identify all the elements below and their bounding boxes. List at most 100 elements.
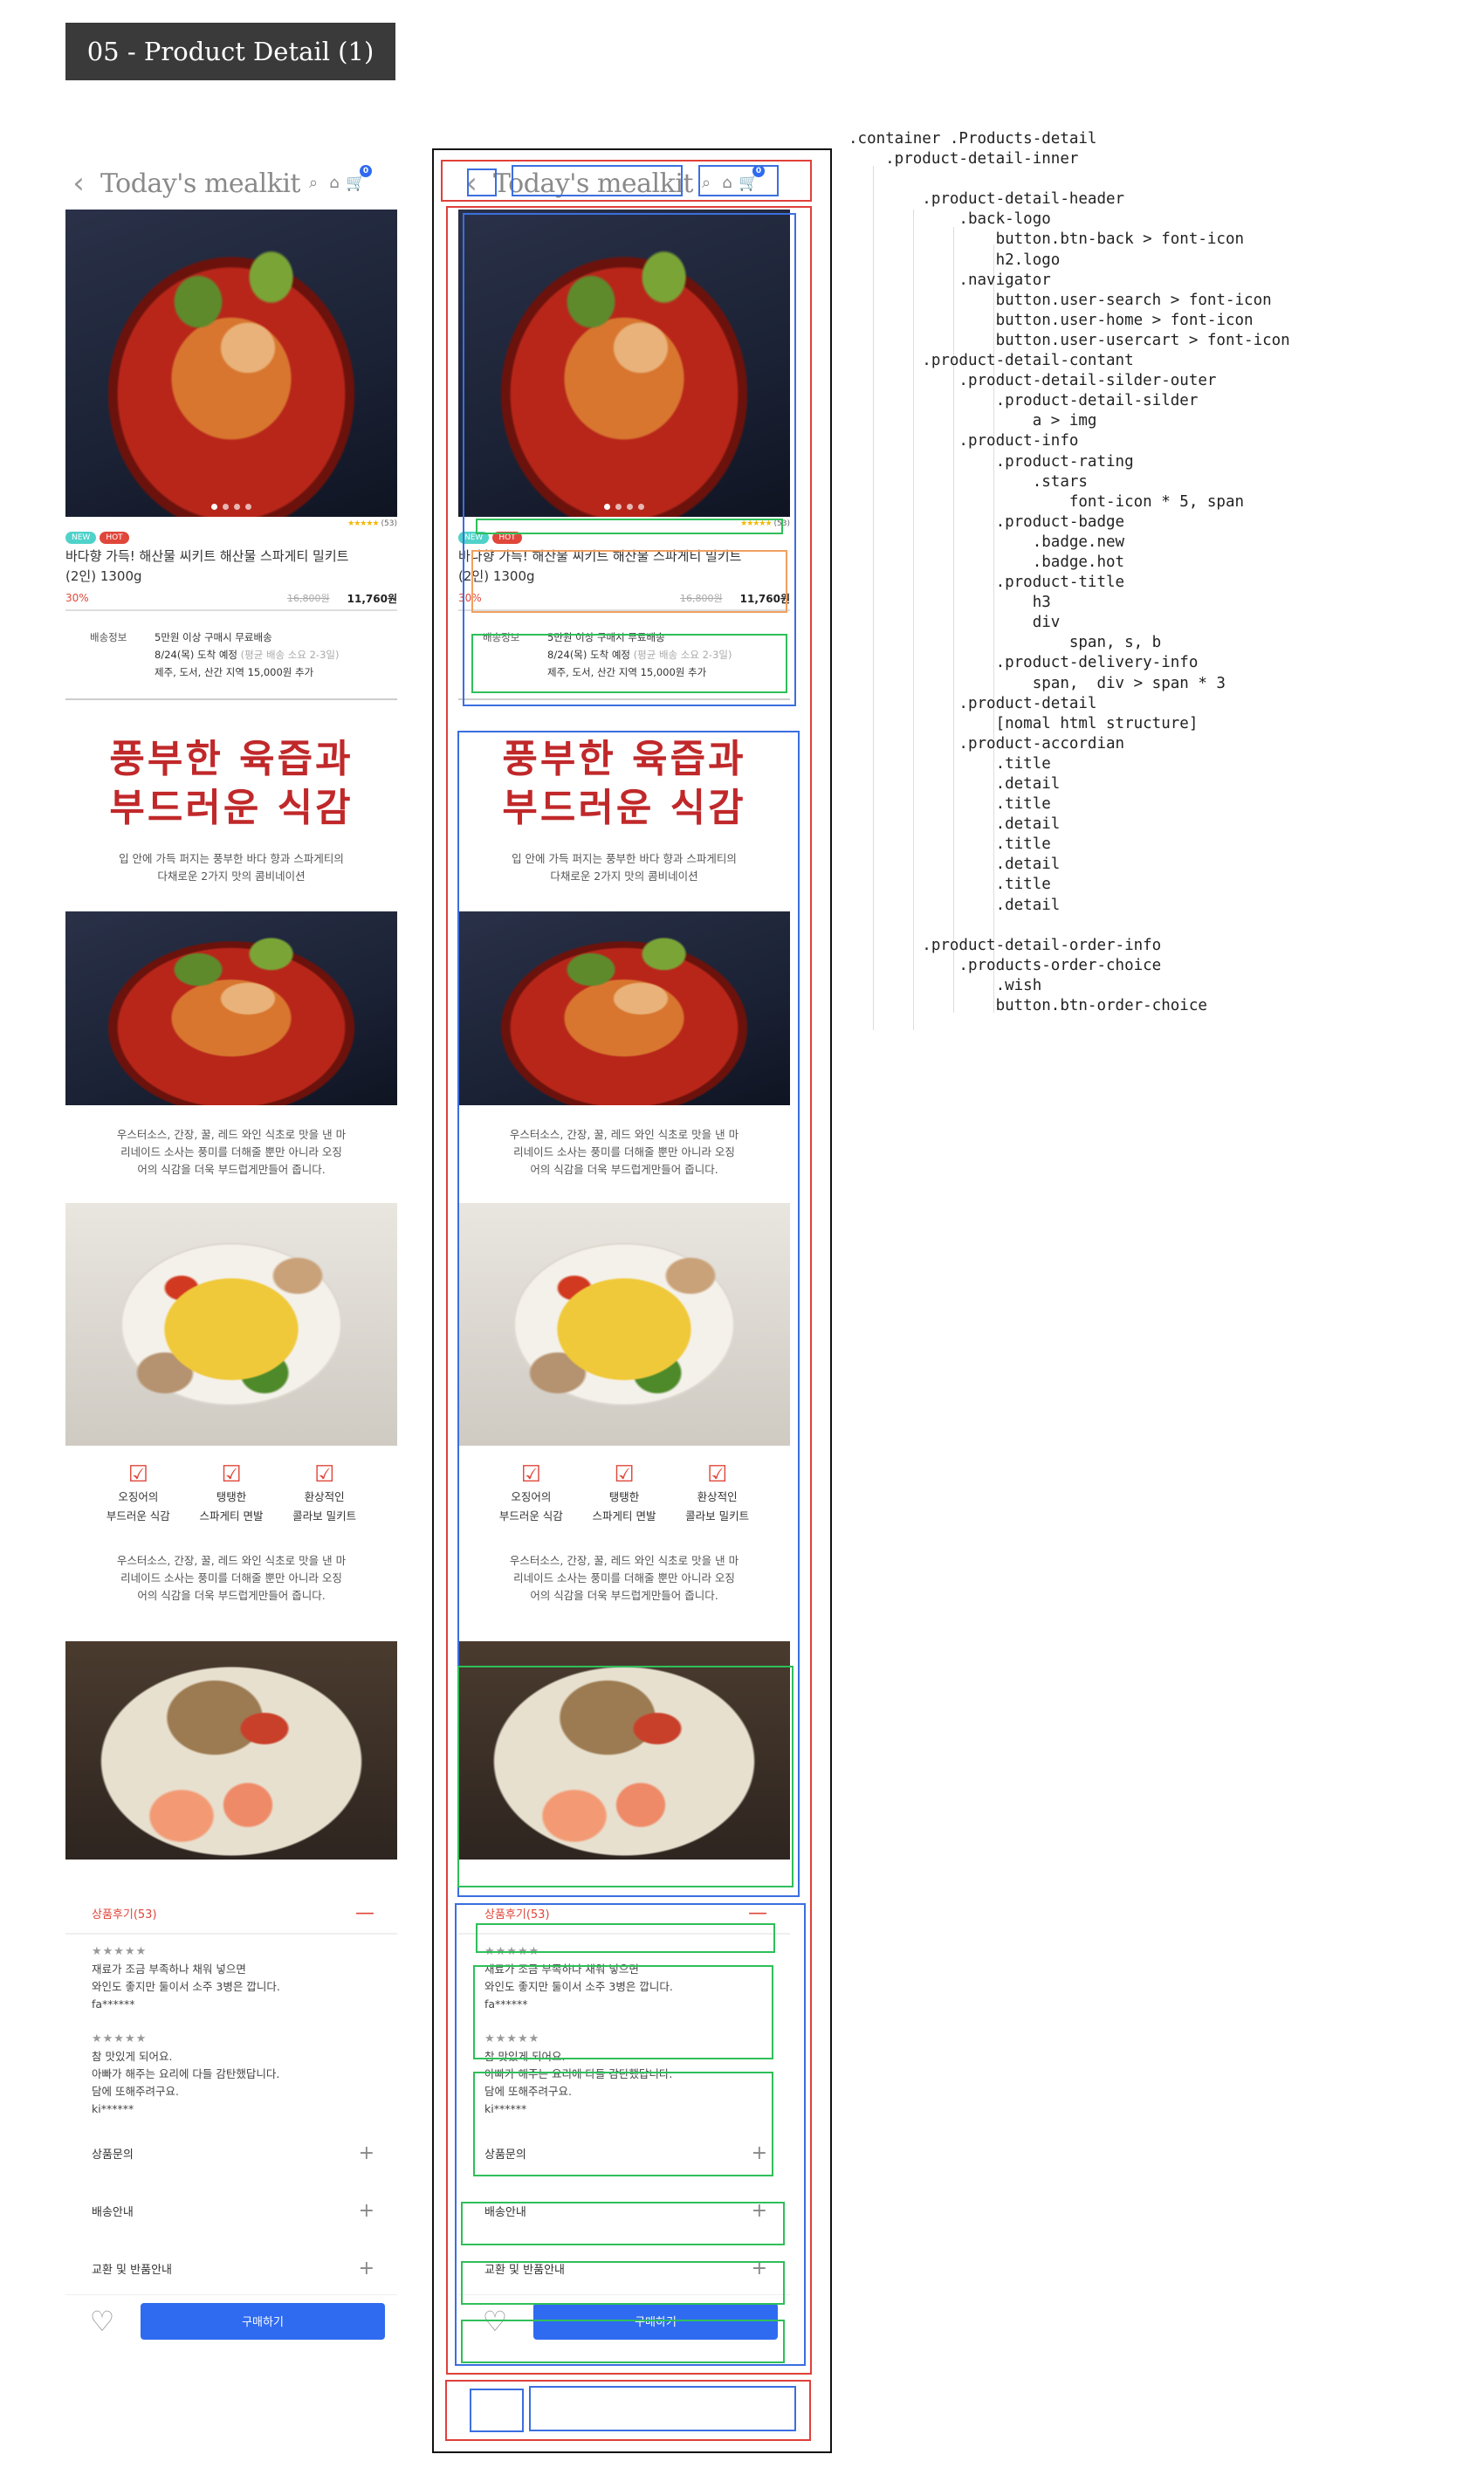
back-icon[interactable]: ‹ [65,168,92,198]
logo[interactable]: Today's mealkit [493,168,693,199]
review-text: 재료가 조금 부족하나 채워 넣으면 [92,1963,246,1976]
minus-icon[interactable]: — [748,1902,767,1924]
feature-line1: 환상적인 [697,1490,738,1503]
product-title-line2: (2인) 1300g [458,568,535,584]
buy-button[interactable]: 구매하기 [141,2302,385,2340]
delivery-line3: 제주, 도서, 산간 지역 15,000원 추가 [155,666,314,678]
plus-icon[interactable]: + [752,2200,767,2222]
home-icon[interactable]: ⌂ [325,174,344,193]
code-line: .product-detail-header [848,190,1125,209]
detail-image-1 [458,911,790,1105]
code-line: div [848,614,1061,632]
plus-icon[interactable]: + [359,2142,374,2164]
review-text: 참 맛있게 되어요. [484,2050,566,2063]
code-line: .product-detail-contant [848,352,1134,370]
accordion-title-shipping[interactable]: 배송안내 + [458,2190,790,2231]
detail-hero-heading: 풍부한 육즙과 부드러운 식감 [458,735,790,833]
code-line: span, s, b [848,634,1162,652]
slider-dots[interactable] [458,504,790,510]
subtitle-line1: 입 안에 가득 퍼지는 풍부한 바다 향과 스파게티의 [119,852,344,865]
review-stars: ★★★★★ [92,2032,148,2045]
accordion-title-reviews[interactable]: 상품후기(53) — [458,1893,790,1935]
structure-code-block: .container .Products-detail .product-det… [848,129,1290,1016]
delivery-line2: 8/24(목) 도착 예정 (평균 배송 소요 2-3일) [547,646,732,663]
feature-item: ☑ 탱탱한스파게티 면발 [581,1461,668,1526]
accordion-title-inquiry[interactable]: 상품문의 + [458,2132,790,2174]
stars: ★★★★★ [740,519,772,528]
logo[interactable]: Today's mealkit [100,168,300,199]
feature-line2: 부드러운 식감 [106,1509,170,1523]
delivery-line1: 5만원 이상 구매시 무료배송 [547,631,665,643]
review-stars: ★★★★★ [484,1945,540,1958]
review-author: fa****** [92,1997,135,2011]
product-slider-image[interactable] [458,210,790,517]
product-title-line2: (2인) 1300g [65,568,142,584]
rating-count: (53) [773,519,790,528]
check-icon: ☑ [614,1461,635,1488]
heart-icon[interactable]: ♡ [83,2305,121,2338]
code-line: .back-logo [848,210,1051,229]
stars: ★★★★★ [347,519,379,528]
feature-line2: 스파게티 면발 [592,1509,656,1523]
back-icon[interactable]: ‹ [458,168,484,198]
code-line: .stars [848,472,1088,491]
cart-icon[interactable]: 🛒 0 [739,165,765,193]
discount-rate: 30% [65,592,89,604]
review-text: 아빠가 해주는 요리에 다들 감탄했답니다. [484,2067,673,2080]
para-line3: 어의 식감을 더욱 부드럽게만들어 줍니다. [530,1163,718,1176]
product-price: 30% 16,800원 11,760원 [458,587,790,611]
feature-item: ☑ 오징어의 부드러운 식감 [487,1461,574,1526]
delivery-line1: 5만원 이상 구매시 무료배송 [155,631,272,643]
product-title-line1: 바다향 가득! 해산물 씨키트 해산물 스파게티 밀키트 [458,548,742,564]
search-icon[interactable]: ⌕ [304,174,323,193]
product-accordian: 상품후기(53) — ★★★★★ 재료가 조금 부족하나 채워 넣으면 와인도 … [458,1893,790,2289]
sale-price: 11,760원 [739,592,790,605]
product-price: 30% 16,800원 11,760원 [65,587,397,611]
slider-dots[interactable] [65,504,397,510]
cart-icon[interactable]: 🛒 0 [346,165,372,193]
accordion-title-reviews[interactable]: 상품후기(53) — [65,1893,397,1935]
code-line: .detail [848,896,1061,914]
feature-line1: 오징어의 [511,1490,552,1503]
detail-paragraph-1: 우스터소스, 간장, 꿀, 레드 와인 식초로 맛을 낸 마 리네이드 소사는 … [458,1126,790,1179]
feature-item: ☑ 환상적인 콜라보 밀키트 [674,1461,761,1526]
accordion-title-inquiry[interactable]: 상품문의 + [65,2132,397,2174]
subtitle-line1: 입 안에 가득 퍼지는 풍부한 바다 향과 스파게티의 [512,852,737,865]
review-item: ★★★★★ 재료가 조금 부족하나 채워 넣으면 와인도 좋지만 둘이서 소주 … [458,1935,790,2022]
product-delivery-info: 배송정보 5만원 이상 구매시 무료배송 8/24(목) 도착 예정 (평균 배… [458,611,790,700]
accordion-title-label: 상품후기(53) [92,1908,157,1921]
plus-icon[interactable]: + [752,2258,767,2279]
heart-icon[interactable]: ♡ [476,2305,514,2338]
accordion-title-shipping[interactable]: 배송안내 + [65,2190,397,2231]
search-icon[interactable]: ⌕ [697,174,716,193]
plus-icon[interactable]: + [359,2258,374,2279]
original-price: 16,800원 [680,593,723,604]
feature-line1: 탱탱한 [608,1490,640,1503]
accordion-title-label: 배송안내 [92,2205,134,2219]
accordion-title-returns[interactable]: 교환 및 반품안내 + [458,2247,790,2289]
product-slider-image[interactable] [65,210,397,517]
accordion-title-returns[interactable]: 교환 및 반품안내 + [65,2247,397,2289]
product-badge: NEW HOT [65,531,397,545]
feature-list: ☑ 오징어의 부드러운 식감 ☑ 탱탱한 스파게티 면발 ☑ 환상적인 콜라보 밀키트 [65,1461,397,1526]
code-line: button.user-usercart > font-icon [848,331,1290,349]
detail-image-1 [65,911,397,1105]
plus-icon[interactable]: + [359,2200,374,2222]
code-line: .product-title [848,574,1125,592]
plus-icon[interactable]: + [752,2142,767,2164]
code-line: h2.logo [848,251,1061,269]
minus-icon[interactable]: — [355,1902,374,1924]
home-icon[interactable]: ⌂ [718,174,737,193]
product-delivery-info: 배송정보 5만원 이상 구매시 무료배송 8/24(목) 도착 예정 (평균 배… [65,611,397,700]
code-line: .wish [848,976,1042,994]
delivery-date: 8/24(목) 도착 예정 [547,649,634,661]
buy-button[interactable]: 구매하기 [533,2302,778,2340]
badge-hot: HOT [492,532,522,544]
code-line: .navigator [848,271,1051,289]
code-line: .product-delivery-info [848,654,1199,672]
detail-image-2 [65,1203,397,1446]
section-title: 05 - Product Detail (1) [65,23,395,80]
code-line: .title [848,835,1051,854]
delivery-note: (평균 배송 소요 2-3일) [240,649,340,661]
